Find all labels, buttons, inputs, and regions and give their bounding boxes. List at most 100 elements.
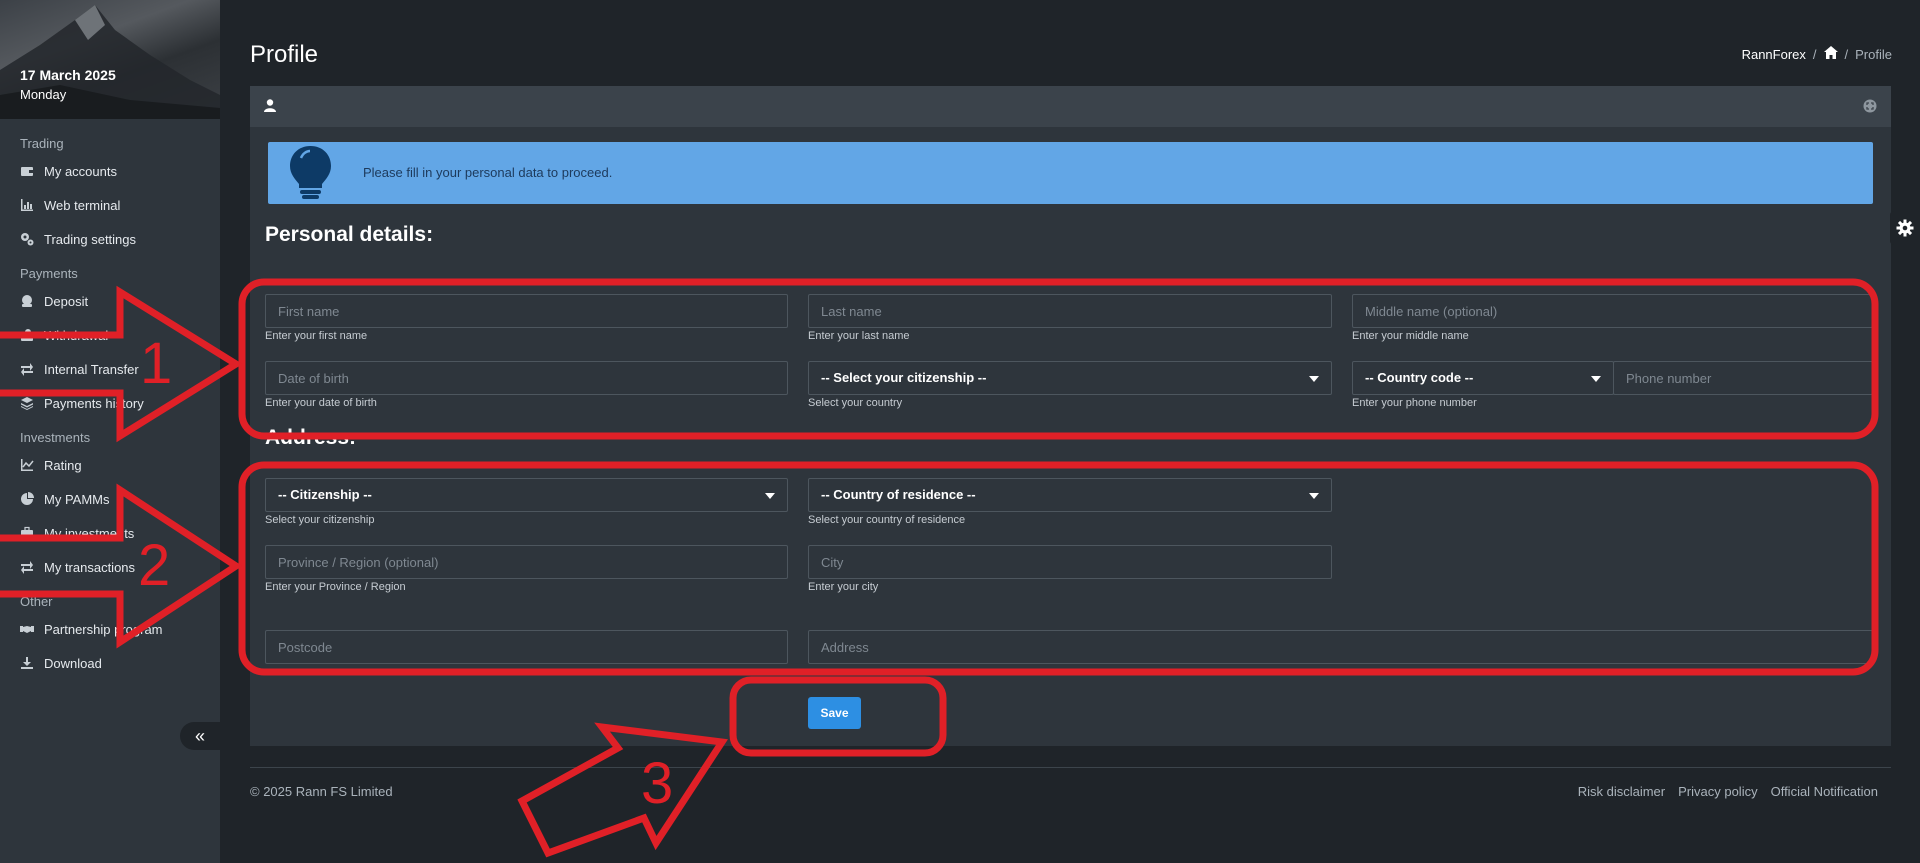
wallet-icon — [20, 164, 34, 178]
address-input[interactable] — [808, 630, 1873, 664]
sidebar-item-payments-history[interactable]: Payments history — [0, 386, 220, 420]
province-help: Enter your Province / Region — [265, 581, 406, 593]
city-input[interactable] — [808, 545, 1332, 579]
breadcrumb-root-link[interactable]: RannForex — [1742, 47, 1806, 62]
sidebar: 17 March 2025 Monday Trading My accounts… — [0, 0, 220, 863]
sidebar-item-label: My accounts — [44, 163, 117, 179]
sidebar-item-label: Partnership program — [44, 621, 163, 637]
address-citizenship-value: -- Citizenship -- — [278, 487, 372, 502]
citizenship-help: Select your country — [808, 397, 903, 409]
sidebar-item-deposit[interactable]: Deposit — [0, 284, 220, 318]
sidebar-item-label: My PAMMs — [44, 491, 110, 507]
sidebar-item-my-investments[interactable]: My investments — [0, 516, 220, 550]
breadcrumb-separator: / — [1844, 46, 1849, 62]
caret-down-icon — [765, 493, 775, 499]
download-icon — [20, 656, 34, 670]
footer-links: Risk disclaimer Privacy policy Official … — [1578, 784, 1878, 799]
briefcase-icon — [20, 526, 34, 540]
citizenship-select[interactable]: -- Select your citizenship -- — [808, 361, 1332, 395]
postcode-input[interactable] — [265, 630, 788, 664]
breadcrumb-current: Profile — [1855, 46, 1892, 62]
sidebar-item-label: Internal Transfer — [44, 361, 139, 377]
official-notification-link[interactable]: Official Notification — [1771, 784, 1878, 799]
breadcrumb-separator: / — [1812, 46, 1817, 62]
sidebar-item-withdrawal[interactable]: Withdrawal — [0, 318, 220, 352]
sidebar-item-label: Trading settings — [44, 231, 137, 247]
sidebar-item-trading-settings[interactable]: Trading settings — [0, 222, 220, 256]
settings-tab[interactable] — [1890, 211, 1920, 245]
lightbulb-icon — [290, 146, 331, 199]
last-name-input[interactable] — [808, 294, 1332, 328]
breadcrumb: RannForex / / Profile — [1742, 46, 1892, 62]
transfer-arrows-icon — [20, 362, 34, 376]
sidebar-item-partnership-program[interactable]: Partnership program — [0, 612, 220, 646]
sidebar-item-my-transactions[interactable]: My transactions — [0, 550, 220, 584]
nav-section-trading: Trading — [20, 136, 64, 151]
risk-disclaimer-link[interactable]: Risk disclaimer — [1578, 784, 1665, 799]
nav-section-investments: Investments — [20, 430, 91, 445]
province-input[interactable] — [265, 545, 788, 579]
phone-number-input[interactable] — [1613, 361, 1873, 395]
sidebar-item-label: Download — [44, 655, 102, 671]
line-chart-icon — [20, 458, 34, 472]
city-help: Enter your city — [808, 581, 879, 593]
expand-icon[interactable] — [1863, 99, 1877, 118]
footer-copyright: © 2025 Rann FS Limited — [250, 784, 393, 799]
sidebar-item-my-accounts[interactable]: My accounts — [0, 154, 220, 188]
card-header — [250, 86, 1891, 127]
sidebar-item-internal-transfer[interactable]: Internal Transfer — [0, 352, 220, 386]
chart-icon — [20, 198, 34, 212]
privacy-policy-link[interactable]: Privacy policy — [1678, 784, 1757, 799]
sidebar-item-label: Rating — [44, 457, 82, 473]
country-code-select[interactable]: -- Country code -- — [1352, 361, 1614, 395]
address-heading: Address: — [265, 426, 357, 449]
page-title: Profile — [250, 41, 319, 68]
personal-details-heading: Personal details: — [265, 223, 434, 246]
handshake-icon — [20, 622, 34, 636]
caret-down-icon — [1309, 376, 1319, 382]
sidebar-header: 17 March 2025 Monday — [0, 0, 220, 119]
hand-money-icon — [20, 328, 34, 342]
home-icon[interactable] — [1823, 46, 1838, 62]
collapse-sidebar-button[interactable]: « — [180, 722, 220, 750]
date-of-birth-input[interactable] — [265, 361, 788, 395]
first-name-input[interactable] — [265, 294, 788, 328]
middle-name-input[interactable] — [1352, 294, 1873, 328]
address-citizenship-help: Select your citizenship — [265, 514, 375, 526]
alert-message: Please fill in your personal data to pro… — [363, 165, 613, 180]
exchange-icon — [20, 560, 34, 574]
last-name-help: Enter your last name — [808, 330, 910, 342]
address-citizenship-select[interactable]: -- Citizenship -- — [265, 478, 788, 512]
country-code-value: -- Country code -- — [1365, 370, 1474, 385]
info-alert: Please fill in your personal data to pro… — [268, 142, 1873, 204]
country-of-residence-select[interactable]: -- Country of residence -- — [808, 478, 1332, 512]
citizenship-select-value: -- Select your citizenship -- — [821, 370, 987, 385]
sidebar-day: Monday — [20, 87, 67, 102]
country-of-residence-help: Select your country of residence — [808, 514, 966, 526]
annotation-label-3: 3 — [641, 751, 674, 816]
gears-icon — [20, 232, 34, 246]
save-button[interactable]: Save — [808, 697, 861, 729]
sidebar-item-web-terminal[interactable]: Web terminal — [0, 188, 220, 222]
date-of-birth-help: Enter your date of birth — [265, 397, 377, 409]
middle-name-help: Enter your middle name — [1352, 330, 1469, 342]
nav-section-other: Other — [20, 594, 53, 609]
caret-down-icon — [1309, 493, 1319, 499]
double-chevron-left-icon: « — [194, 725, 205, 746]
sidebar-item-label: My investments — [44, 525, 135, 541]
country-of-residence-value: -- Country of residence -- — [821, 487, 976, 502]
sidebar-item-rating[interactable]: Rating — [0, 448, 220, 482]
sidebar-item-label: Deposit — [44, 293, 89, 309]
sidebar-item-label: My transactions — [44, 559, 136, 575]
coins-icon — [20, 294, 34, 308]
footer-divider — [250, 767, 1891, 768]
sidebar-date: 17 March 2025 — [20, 67, 116, 83]
caret-down-icon — [1591, 376, 1601, 382]
sidebar-item-label: Payments history — [44, 395, 144, 411]
sidebar-item-download[interactable]: Download — [0, 646, 220, 680]
sidebar-item-my-pamms[interactable]: My PAMMs — [0, 482, 220, 516]
sidebar-item-label: Web terminal — [44, 197, 121, 213]
profile-card: Please fill in your personal data to pro… — [250, 86, 1891, 746]
layers-icon — [20, 396, 34, 410]
gear-icon — [1896, 219, 1914, 237]
